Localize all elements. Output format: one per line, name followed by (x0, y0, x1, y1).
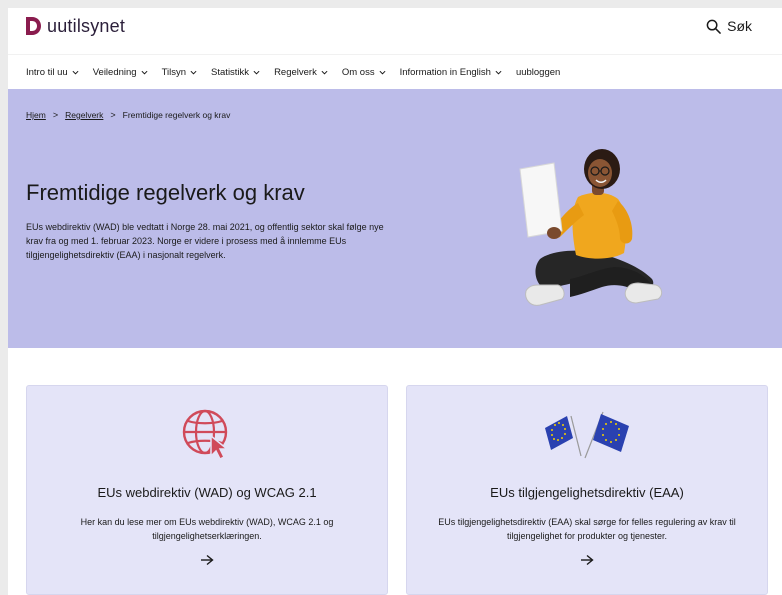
page-title: Fremtidige regelverk og krav (26, 180, 305, 205)
breadcrumb-separator: > (52, 110, 59, 120)
top-bar: uutilsynet Søk (8, 8, 782, 44)
nav-item-uubloggen[interactable]: uubloggen (516, 67, 560, 78)
breadcrumb-regelverk-link[interactable]: Regelverk (65, 110, 103, 120)
card-title: EUs webdirektiv (WAD) og WCAG 2.1 (97, 485, 317, 500)
chevron-down-icon (379, 70, 386, 75)
breadcrumb-current: Fremtidige regelverk og krav (122, 110, 231, 120)
nav-item-label: Intro til uu (26, 66, 68, 78)
globe-cursor-icon (182, 409, 230, 460)
nav-item-tilsyn[interactable]: Tilsyn (162, 67, 197, 78)
chevron-down-icon (253, 70, 260, 75)
nav-item-label: uubloggen (515, 66, 561, 78)
hero-section: Hjem > Regelverk > Fremtidige regelverk … (8, 89, 782, 348)
search-button[interactable]: Søk (706, 16, 752, 36)
breadcrumb-separator: > (110, 110, 116, 120)
chevron-down-icon (72, 70, 79, 75)
nav-item-regelverk[interactable]: Regelverk (274, 67, 328, 78)
nav-item-label: Information in English (399, 66, 491, 78)
main-nav: Intro til uu Veiledning Tilsyn Statistik… (8, 54, 782, 89)
nav-item-information-in-english[interactable]: Information in English (400, 67, 502, 78)
card-webdirektiv[interactable]: EUs webdirektiv (WAD) og WCAG 2.1 Her ka… (26, 385, 388, 595)
card-tilgjengelighetsdirektiv[interactable]: EUs tilgjengelighetsdirektiv (EAA) EUs t… (406, 385, 768, 595)
arrow-right-icon (201, 554, 214, 566)
card-title: EUs tilgjengelighetsdirektiv (EAA) (490, 485, 684, 500)
nav-item-label: Statistikk (211, 66, 250, 78)
chevron-down-icon (495, 70, 502, 75)
search-label: Søk (727, 18, 752, 34)
logo-text: uutilsynet (47, 15, 126, 36)
nav-item-label: Regelverk (274, 66, 317, 78)
nav-item-statistikk[interactable]: Statistikk (211, 67, 260, 78)
card-text: Her kan du lese mer om EUs webdirektiv (… (80, 517, 334, 541)
nav-item-label: Veiledning (92, 66, 137, 78)
chevron-down-icon (190, 70, 197, 75)
hero-intro-text: EUs webdirektiv (WAD) ble vedtatt i Norg… (26, 222, 384, 260)
nav-item-veiledning[interactable]: Veiledning (93, 67, 148, 78)
nav-item-label: Om oss (341, 66, 375, 78)
logo-mark-icon (26, 17, 41, 35)
site-logo[interactable]: uutilsynet (26, 14, 125, 38)
page: uutilsynet Søk Intro til uu Veiledning T… (8, 8, 782, 595)
nav-item-om-oss[interactable]: Om oss (342, 67, 386, 78)
nav-item-intro[interactable]: Intro til uu (26, 67, 79, 78)
breadcrumb: Hjem > Regelverk > Fremtidige regelverk … (26, 110, 230, 120)
chevron-down-icon (141, 70, 148, 75)
search-icon (706, 19, 721, 34)
person-holding-document-illustration (519, 149, 663, 306)
chevron-down-icon (321, 70, 328, 75)
breadcrumb-home-link[interactable]: Hjem (26, 110, 46, 120)
card-text: EUs tilgjengelighetsdirektiv (EAA) skal … (438, 517, 736, 541)
nav-item-label: Tilsyn (161, 66, 187, 78)
eu-flags-icon (545, 411, 629, 459)
arrow-right-icon (581, 554, 594, 566)
